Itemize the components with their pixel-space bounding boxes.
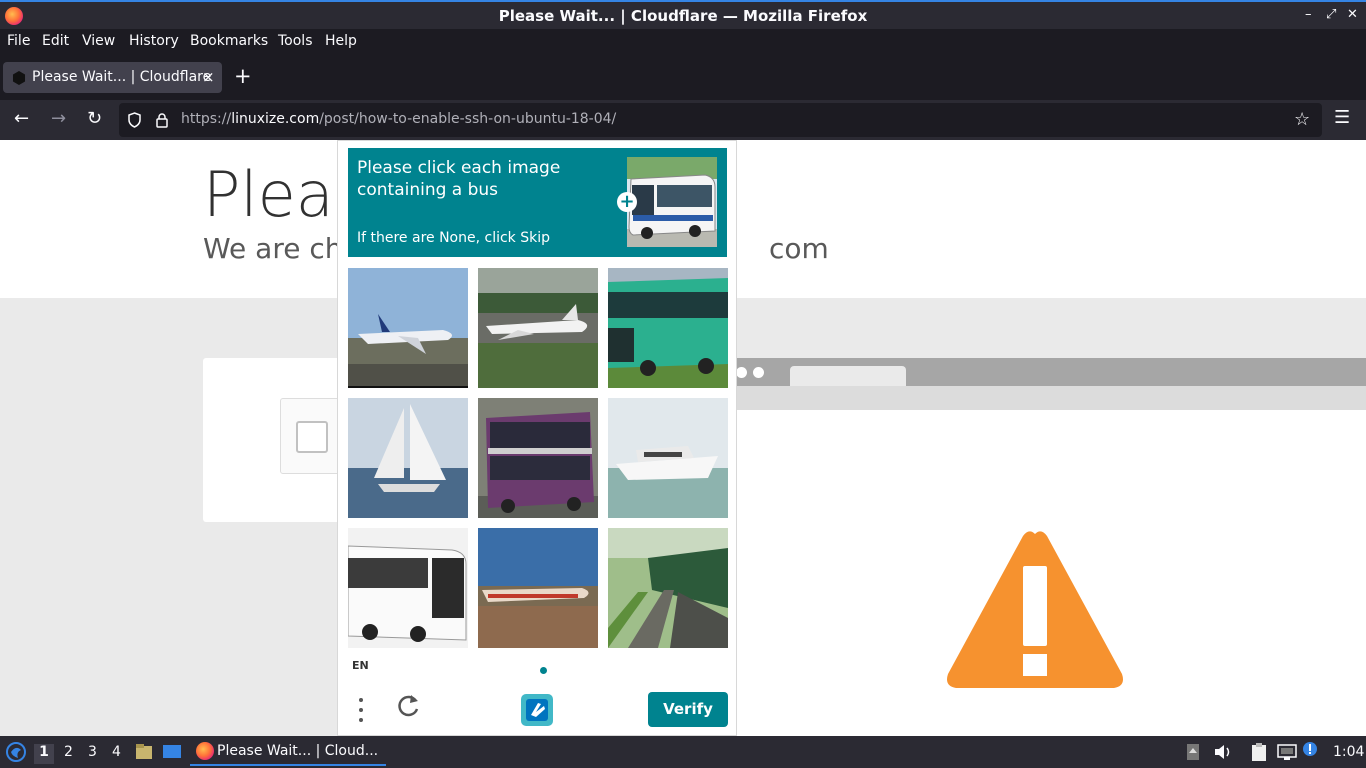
taskbar-window-firefox[interactable]: Please Wait... | Cloud... bbox=[190, 738, 386, 766]
window-title: Please Wait... | Cloudflare — Mozilla Fi… bbox=[498, 7, 868, 25]
tab-close-button[interactable]: × bbox=[202, 68, 215, 86]
taskbar: 1 2 3 4 Please Wait... | Cloud... 1:04 bbox=[0, 736, 1366, 768]
menu-edit[interactable]: Edit bbox=[42, 33, 69, 49]
menu-view[interactable]: View bbox=[82, 33, 115, 49]
tracking-shield-icon[interactable] bbox=[127, 112, 142, 132]
start-menu-icon[interactable] bbox=[6, 742, 26, 762]
tab-cloudflare[interactable]: Please Wait... | Cloudflare × bbox=[3, 62, 222, 93]
file-manager-icon[interactable] bbox=[135, 743, 153, 761]
taskbar-window-title: Please Wait... | Cloud... bbox=[217, 743, 379, 759]
network-icon[interactable] bbox=[1277, 743, 1297, 761]
captcha-challenge: Please click each image containing a bus… bbox=[337, 140, 737, 736]
captcha-tile-bus[interactable] bbox=[348, 528, 468, 648]
new-tab-button[interactable]: + bbox=[234, 64, 252, 88]
captcha-tile-airplane[interactable] bbox=[478, 268, 598, 388]
back-button[interactable]: ← bbox=[14, 108, 29, 129]
workspace-1[interactable]: 1 bbox=[34, 744, 54, 764]
warning-icon bbox=[947, 531, 1123, 688]
workspace-3[interactable]: 3 bbox=[88, 744, 97, 760]
menu-bar: File Edit View History Bookmarks Tools H… bbox=[0, 29, 1366, 55]
cloudflare-favicon-icon bbox=[12, 71, 26, 85]
bookmark-star-icon[interactable]: ☆ bbox=[1294, 109, 1310, 130]
menu-history[interactable]: History bbox=[129, 33, 179, 49]
tab-bar: Please Wait... | Cloudflare × + bbox=[0, 55, 1366, 100]
clipboard-icon[interactable] bbox=[1250, 742, 1268, 762]
clock: 1:04 bbox=[1333, 744, 1365, 760]
illustration-tab bbox=[790, 366, 906, 386]
illustration-band bbox=[737, 386, 1366, 410]
captcha-tile-bus[interactable] bbox=[608, 268, 728, 388]
illustration-dot bbox=[753, 367, 764, 378]
captcha-tile-train[interactable] bbox=[608, 528, 728, 648]
firefox-taskbar-icon bbox=[196, 742, 214, 760]
captcha-tile-yacht[interactable] bbox=[608, 398, 728, 518]
captcha-prompt-text: Please click each image containing a bus bbox=[357, 158, 561, 200]
captcha-tile-airplane[interactable] bbox=[478, 528, 598, 648]
url-prefix: https:// bbox=[181, 111, 232, 127]
pagination-dot bbox=[540, 667, 547, 674]
desktop-icon[interactable] bbox=[162, 743, 182, 761]
captcha-tile-sailboat[interactable] bbox=[348, 398, 468, 518]
url-text[interactable]: https://linuxize.com/post/how-to-enable-… bbox=[181, 111, 616, 127]
menu-tools[interactable]: Tools bbox=[278, 33, 313, 49]
navigation-bar: ← → ↻ https://linuxize.com/post/how-to-e… bbox=[0, 100, 1366, 140]
captcha-tile-double-decker-bus[interactable] bbox=[478, 398, 598, 518]
url-path: /post/how-to-enable-ssh-on-ubuntu-18-04/ bbox=[319, 111, 617, 127]
language-selector[interactable]: EN bbox=[352, 659, 369, 672]
expand-example-button[interactable]: + bbox=[617, 192, 637, 212]
verify-button[interactable]: Verify bbox=[648, 692, 728, 727]
app-menu-icon[interactable]: ☰ bbox=[1334, 107, 1350, 128]
captcha-prompt: Please click each image containing a bus… bbox=[348, 148, 727, 257]
workspace-4[interactable]: 4 bbox=[112, 744, 121, 760]
volume-icon[interactable] bbox=[1213, 743, 1233, 761]
reload-button[interactable]: ↻ bbox=[87, 108, 102, 129]
minimize-button[interactable]: – bbox=[1305, 7, 1312, 22]
browser-illustration-bar bbox=[736, 358, 1366, 386]
notification-icon[interactable] bbox=[1302, 741, 1318, 757]
url-domain: linuxize.com bbox=[231, 111, 320, 127]
page-subtitle-right: com bbox=[769, 232, 829, 265]
menu-bookmarks[interactable]: Bookmarks bbox=[190, 33, 268, 49]
refresh-challenge-icon[interactable] bbox=[395, 693, 421, 726]
illustration-dot bbox=[736, 367, 747, 378]
forward-button[interactable]: → bbox=[51, 108, 66, 129]
url-bar[interactable]: https://linuxize.com/post/how-to-enable-… bbox=[119, 103, 1322, 137]
maximize-button[interactable]: ⤢ bbox=[1326, 7, 1336, 22]
lock-icon[interactable] bbox=[155, 112, 169, 132]
captcha-menu-icon[interactable] bbox=[358, 697, 364, 723]
captcha-prompt-subtext: If there are None, click Skip bbox=[357, 230, 551, 246]
tab-title: Please Wait... | Cloudflare bbox=[32, 69, 212, 85]
window-titlebar: Please Wait... | Cloudflare — Mozilla Fi… bbox=[0, 0, 1366, 29]
page-subtitle-left: We are ch bbox=[203, 232, 343, 265]
example-bus-image[interactable] bbox=[627, 157, 717, 247]
captcha-tile-airplane[interactable] bbox=[348, 268, 468, 388]
menu-help[interactable]: Help bbox=[325, 33, 357, 49]
menu-file[interactable]: File bbox=[7, 33, 30, 49]
workspace-2[interactable]: 2 bbox=[64, 744, 73, 760]
close-window-button[interactable]: ✕ bbox=[1347, 7, 1358, 22]
eject-icon[interactable] bbox=[1186, 743, 1200, 761]
hcaptcha-logo-icon bbox=[520, 693, 554, 727]
challenge-checkbox[interactable] bbox=[296, 421, 328, 453]
